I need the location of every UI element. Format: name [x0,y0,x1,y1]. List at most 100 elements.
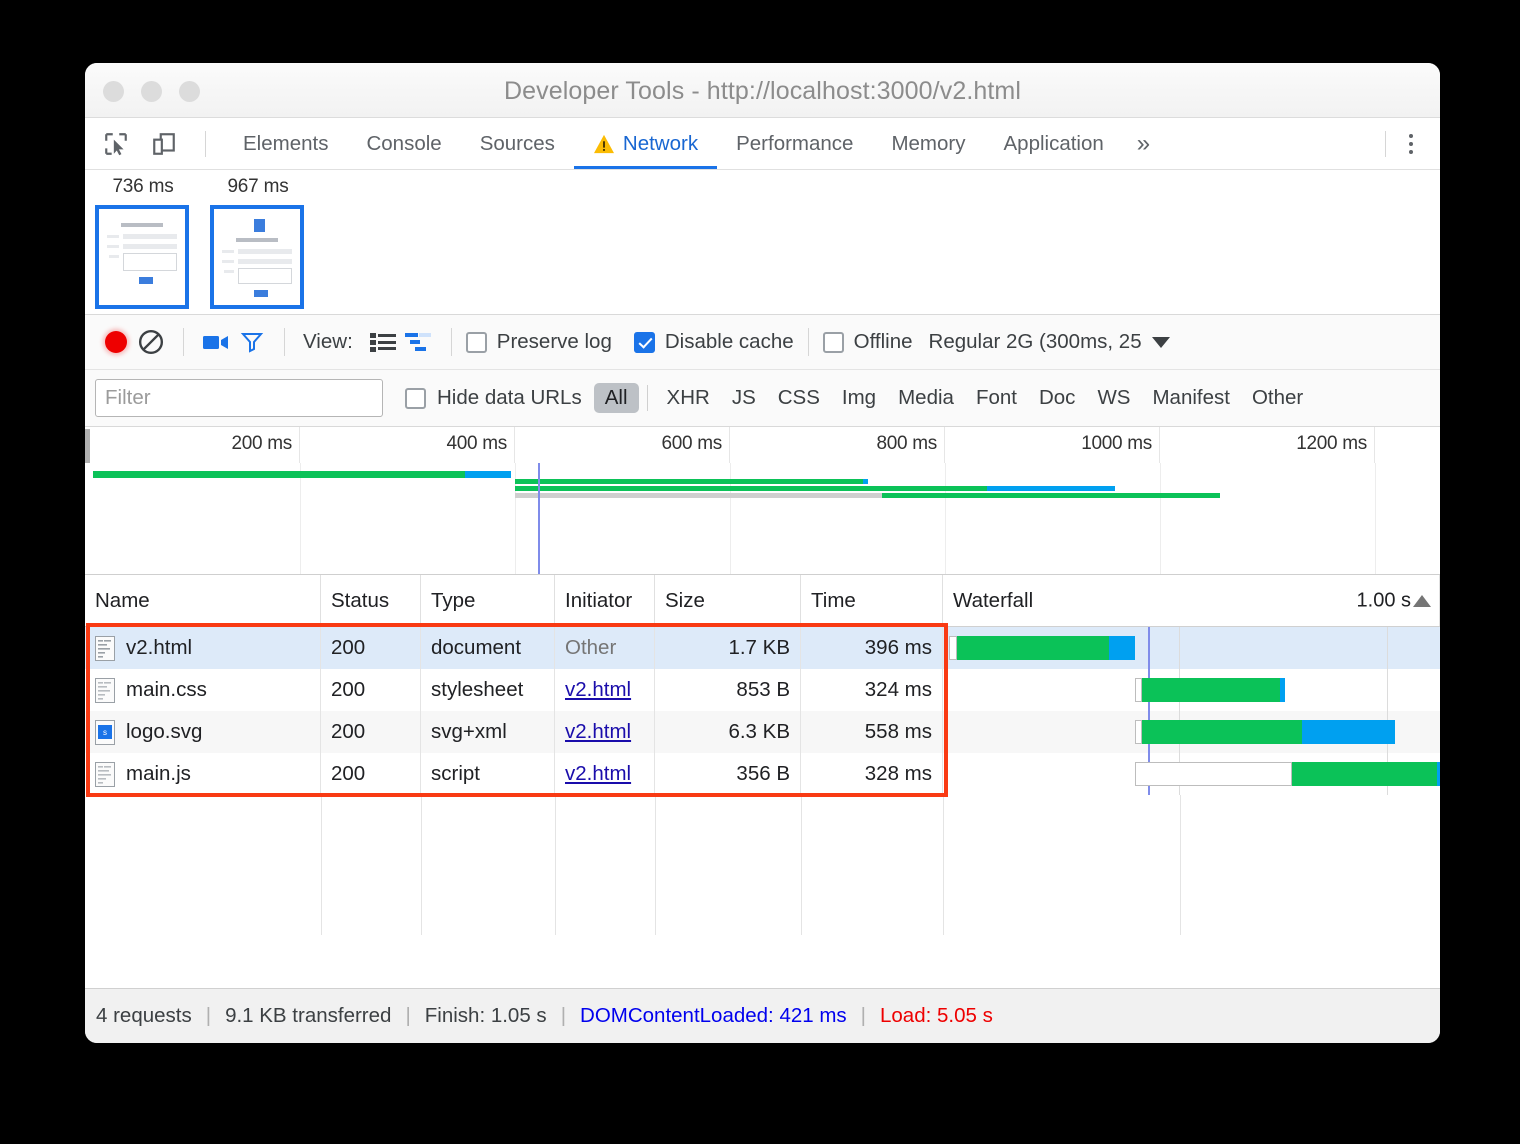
cell-initiator[interactable]: v2.html [555,669,655,711]
capture-screenshots-icon[interactable] [198,325,234,359]
frame-timestamp: 736 ms [95,176,191,198]
cell-size: 853 B [655,669,801,711]
filter-type-doc[interactable]: Doc [1028,383,1086,413]
cell-size: 356 B [655,753,801,795]
tab-performance[interactable]: Performance [717,118,872,169]
cell-size: 1.7 KB [655,627,801,669]
disable-cache-box[interactable] [634,332,655,353]
filter-type-css[interactable]: CSS [767,383,831,413]
initiator-link[interactable]: v2.html [565,678,631,702]
status-separator: | [391,1004,424,1028]
table-empty-area [85,795,1440,935]
overview-tick: 1000 ms [945,427,1160,463]
chevron-down-icon [1152,337,1170,348]
cell-type: script [421,753,555,795]
resource-type-filters: All XHR JS CSS Img Media Font Doc WS Man… [594,383,1315,413]
column-header-time[interactable]: Time [801,575,943,626]
table-row[interactable]: s logo.svg 200 svg+xml v2.html 6.3 KB 55… [85,711,1440,753]
table-row[interactable]: v2.html 200 document Other 1.7 KB 396 ms [85,627,1440,669]
screenshot-root: Developer Tools - http://localhost:3000/… [0,0,1520,1144]
network-control-toolbar: View: Preserve log [85,315,1440,370]
filter-type-manifest[interactable]: Manifest [1141,383,1240,413]
throttling-select[interactable]: Regular 2G (300ms, 25 [929,330,1170,354]
cell-status: 200 [321,753,421,795]
css-file-icon [95,678,115,703]
kebab-menu-icon[interactable] [1396,129,1426,159]
cell-time: 396 ms [801,627,943,669]
tab-network[interactable]: Network [574,118,717,169]
filter-type-all[interactable]: All [594,383,639,413]
tab-sources[interactable]: Sources [461,118,574,169]
toolbar-divider-right [1385,131,1386,157]
column-header-waterfall[interactable]: Waterfall 1.00 s [943,575,1440,626]
dom-content-loaded-marker [538,463,540,574]
cell-initiator[interactable]: v2.html [555,711,655,753]
frame-screenshot[interactable] [210,205,304,309]
filter-type-ws[interactable]: WS [1086,383,1141,413]
tab-label: Console [366,132,441,156]
cell-status: 200 [321,711,421,753]
more-tabs-button[interactable]: » [1123,130,1164,158]
filter-type-img[interactable]: Img [831,383,887,413]
cell-initiator[interactable]: v2.html [555,753,655,795]
hide-data-urls-checkbox[interactable]: Hide data URLs [405,386,582,410]
tab-console[interactable]: Console [347,118,460,169]
filter-type-font[interactable]: Font [965,383,1028,413]
status-finish: Finish: 1.05 s [425,1004,547,1028]
device-toolbar-icon[interactable] [147,127,181,161]
hide-data-urls-box[interactable] [405,388,426,409]
frame-screenshot[interactable] [95,205,189,309]
table-row[interactable]: main.js 200 script v2.html 356 B 328 ms [85,753,1440,795]
status-dom-content-loaded: DOMContentLoaded: 421 ms [580,1004,847,1028]
overview-bar-mainjs [515,493,1220,498]
inspect-element-icon[interactable] [99,127,133,161]
filter-type-media[interactable]: Media [887,383,965,413]
tick-label: 200 ms [231,433,292,455]
column-header-initiator[interactable]: Initiator [555,575,655,626]
clear-button[interactable] [133,325,169,359]
column-header-status[interactable]: Status [321,575,421,626]
filter-type-other[interactable]: Other [1241,383,1314,413]
tab-label: Memory [891,132,965,156]
filter-toggle-icon[interactable] [234,325,270,359]
cell-name[interactable]: main.css [85,669,321,711]
column-header-size[interactable]: Size [655,575,801,626]
waterfall-bar [949,636,1135,660]
filter-type-xhr[interactable]: XHR [656,383,721,413]
requests-table: Name Status Type Initiator Size Time Wat… [85,575,1440,935]
network-overview-chart[interactable]: 200 ms 400 ms 600 ms 800 ms 1000 ms 1200… [85,427,1440,575]
cell-status: 200 [321,669,421,711]
devtools-tabs: Elements Console Sources Network Perform… [224,118,1164,169]
filmstrip: 736 ms 967 ms [85,170,1440,315]
filter-type-js[interactable]: JS [721,383,767,413]
column-header-type[interactable]: Type [421,575,555,626]
initiator-link[interactable]: v2.html [565,762,631,786]
disable-cache-checkbox[interactable]: Disable cache [634,330,794,354]
svg-file-icon: s [95,720,115,745]
view-as-list-icon[interactable] [365,325,401,359]
window-titlebar: Developer Tools - http://localhost:3000/… [85,63,1440,118]
table-row[interactable]: main.css 200 stylesheet v2.html 853 B 32… [85,669,1440,711]
waterfall-bar [1135,720,1395,744]
cell-name[interactable]: main.js [85,753,321,795]
offline-box[interactable] [823,332,844,353]
view-waterfall-icon[interactable] [401,325,437,359]
tab-application[interactable]: Application [985,118,1123,169]
initiator-link[interactable]: v2.html [565,720,631,744]
preserve-log-box[interactable] [466,332,487,353]
cell-name[interactable]: v2.html [85,627,321,669]
window-title: Developer Tools - http://localhost:3000/… [85,77,1440,106]
filter-input[interactable] [95,379,383,417]
preserve-log-checkbox[interactable]: Preserve log [466,330,612,354]
frame-timestamp: 967 ms [210,176,306,198]
cell-name[interactable]: s logo.svg [85,711,321,753]
tab-elements[interactable]: Elements [224,118,347,169]
offline-checkbox[interactable]: Offline [823,330,913,354]
tab-memory[interactable]: Memory [872,118,984,169]
cell-waterfall [943,753,1440,795]
toolbar-divider [205,131,206,157]
record-button[interactable] [99,325,133,359]
table-header-row: Name Status Type Initiator Size Time Wat… [85,575,1440,627]
column-header-name[interactable]: Name [85,575,321,626]
preserve-log-label: Preserve log [497,330,612,354]
